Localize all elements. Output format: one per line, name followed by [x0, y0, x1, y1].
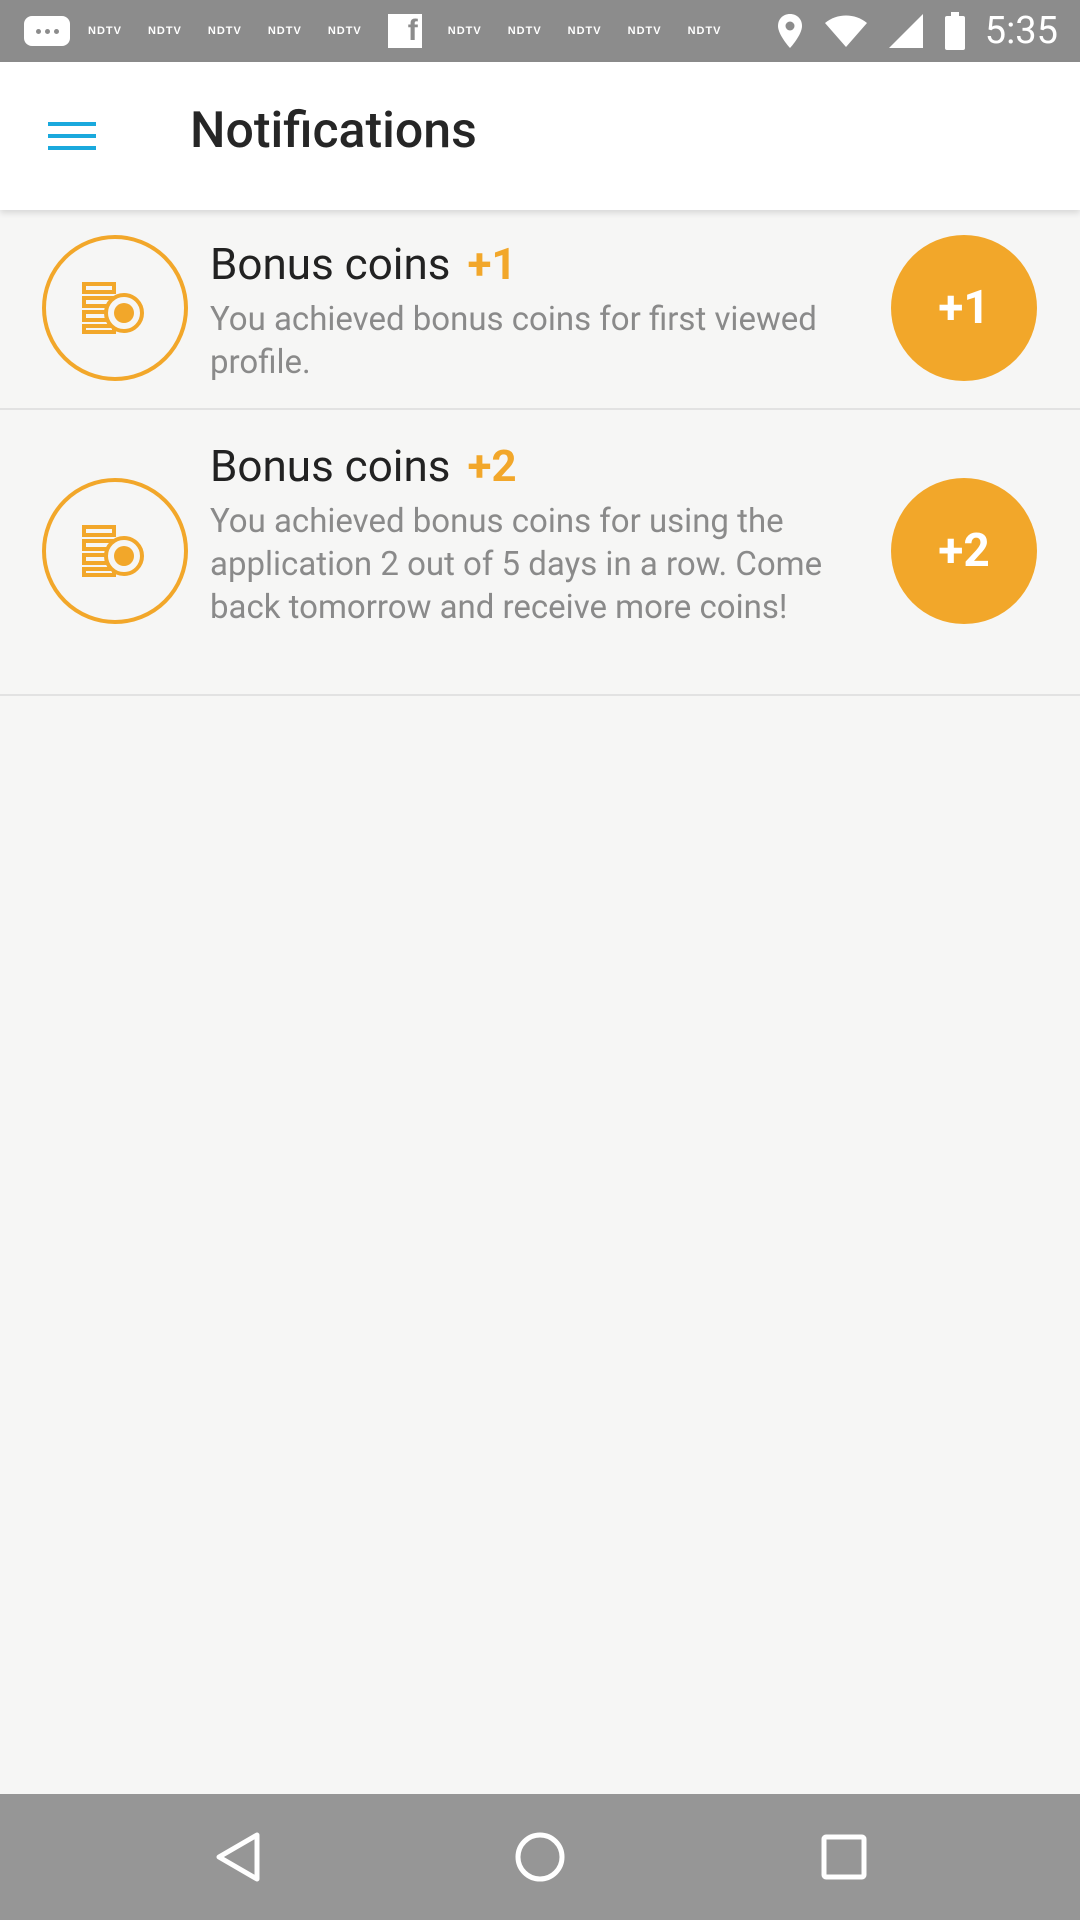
notification-title: Bonus coins +2 — [210, 440, 517, 492]
notification-list: Bonus coins +1 You achieved bonus coins … — [0, 210, 1080, 696]
signal-icon — [888, 14, 923, 48]
status-system-icons: 5:35 — [755, 0, 1058, 62]
location-icon — [777, 14, 803, 48]
coins-icon — [42, 235, 188, 381]
ndtv-notification-icon: NDTV — [327, 25, 362, 37]
back-icon — [216, 1832, 260, 1882]
navigation-bar — [0, 1794, 1080, 1920]
ndtv-notification-icon: NDTV — [88, 25, 122, 37]
ndtv-notification-icon: NDTV — [267, 25, 302, 37]
facebook-icon: f — [387, 14, 422, 48]
menu-icon — [48, 119, 96, 153]
notification-title: Bonus coins +1 — [210, 238, 517, 290]
notification-item[interactable]: Bonus coins +1 You achieved bonus coins … — [0, 210, 1080, 410]
ndtv-notification-icon: NDTV — [207, 25, 242, 37]
menu-button[interactable] — [40, 108, 104, 164]
wifi-icon — [824, 15, 867, 47]
battery-icon — [944, 12, 965, 50]
message-icon — [24, 16, 70, 46]
ndtv-notification-icon: NDTV — [447, 25, 482, 37]
status-time: 5:35 — [984, 9, 1058, 53]
back-button[interactable] — [208, 1827, 268, 1887]
notification-amount: +1 — [467, 238, 517, 290]
notification-amount: +2 — [467, 440, 517, 492]
coin-amount-badge: +1 — [891, 235, 1037, 381]
notification-description: You achieved bonus coins for first viewe… — [210, 300, 817, 382]
status-notification-icons: NDTV NDTV NDTV NDTV NDTV f NDTV NDTV NDT… — [24, 14, 748, 48]
recent-apps-icon — [821, 1834, 867, 1880]
notification-description: You achieved bonus coins for using the a… — [210, 502, 823, 627]
notification-title-text: Bonus coins — [210, 440, 451, 492]
status-bar: NDTV NDTV NDTV NDTV NDTV f NDTV NDTV NDT… — [0, 0, 1080, 62]
ndtv-notification-icon: NDTV — [147, 25, 182, 37]
ndtv-notification-icon: NDTV — [567, 25, 602, 37]
recent-apps-button[interactable] — [814, 1827, 874, 1887]
notification-item[interactable]: Bonus coins +2 You achieved bonus coins … — [0, 410, 1080, 696]
home-icon — [515, 1832, 565, 1882]
notification-title-text: Bonus coins — [210, 238, 451, 290]
coins-icon — [42, 478, 188, 624]
home-button[interactable] — [510, 1827, 570, 1887]
page-title: Notifications — [190, 102, 477, 160]
ndtv-notification-icon: NDTV — [627, 25, 662, 37]
app-bar: Notifications — [0, 62, 1080, 210]
coin-amount-badge: +2 — [891, 478, 1037, 624]
ndtv-notification-icon: NDTV — [687, 25, 722, 37]
ndtv-notification-icon: NDTV — [507, 25, 542, 37]
